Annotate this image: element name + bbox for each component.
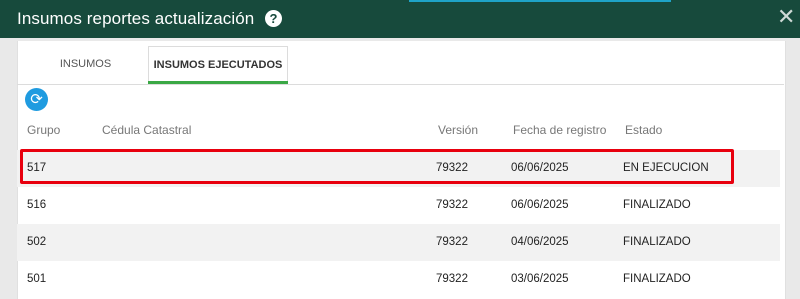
column-header-grupo[interactable]: Grupo: [27, 123, 60, 137]
table-row[interactable]: 502 79322 04/06/2025 FINALIZADO: [17, 224, 780, 261]
dialog-title: Insumos reportes actualización: [17, 9, 255, 28]
column-header-estado[interactable]: Estado: [625, 123, 662, 137]
column-header-cedula[interactable]: Cédula Catastral: [102, 123, 191, 137]
cell-version: 79322: [436, 273, 468, 285]
table-row[interactable]: 501 79322 03/06/2025 FINALIZADO: [17, 261, 780, 298]
cell-estado: FINALIZADO: [623, 273, 691, 285]
column-header-version[interactable]: Versión: [438, 123, 478, 137]
cell-version: 79322: [436, 236, 468, 248]
cell-version: 79322: [436, 199, 468, 211]
cell-estado: FINALIZADO: [623, 236, 691, 248]
table-row[interactable]: 516 79322 06/06/2025 FINALIZADO: [17, 187, 780, 224]
dialog-titlebar: Insumos reportes actualización ? ✕: [0, 0, 800, 38]
cell-grupo: 502: [27, 236, 47, 248]
cell-fecha: 04/06/2025: [511, 236, 569, 248]
tab-insumos-ejecutados[interactable]: INSUMOS EJECUTADOS: [148, 46, 288, 84]
cell-grupo: 516: [27, 199, 47, 211]
tab-insumos[interactable]: INSUMOS: [34, 46, 137, 84]
help-icon[interactable]: ?: [265, 10, 282, 27]
column-header-fecha[interactable]: Fecha de registro: [513, 123, 606, 137]
cell-fecha: 06/06/2025: [511, 199, 569, 211]
refresh-icon: ⟳: [30, 91, 43, 108]
highlight-box: [20, 149, 734, 184]
refresh-button[interactable]: ⟳: [25, 88, 48, 111]
cell-estado: FINALIZADO: [623, 199, 691, 211]
tab-divider: [17, 84, 784, 85]
cell-fecha: 03/06/2025: [511, 273, 569, 285]
cell-grupo: 501: [27, 273, 47, 285]
close-icon[interactable]: ✕: [777, 5, 795, 29]
titlebar-accent-line: [409, 0, 671, 2]
